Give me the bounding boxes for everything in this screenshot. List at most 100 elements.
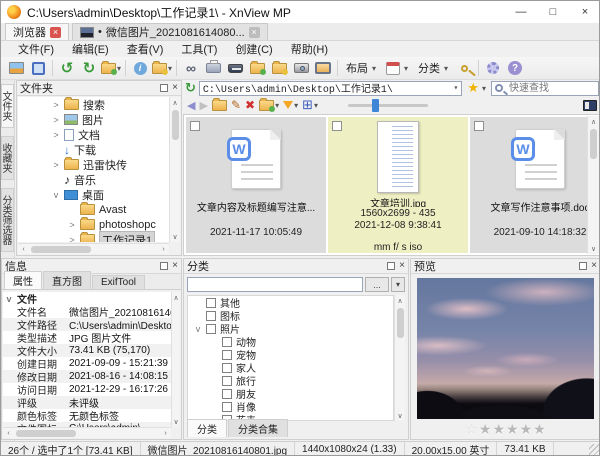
scrollbar-thumb[interactable]	[16, 429, 76, 437]
tab-image[interactable]: • 微信图片_2021081614080... ×	[72, 23, 268, 40]
move-to-button[interactable]	[268, 58, 290, 78]
close-panel-icon[interactable]: ×	[591, 261, 597, 271]
forward-button[interactable]: ▶	[199, 98, 207, 113]
category-item[interactable]: 动物	[188, 335, 393, 349]
category-checkbox[interactable]	[222, 349, 232, 360]
folder-item[interactable]: ↓ 下载	[18, 142, 169, 157]
file-cell[interactable]: W 文章写作注意事项.doc 2021-09-10 14:18:32	[470, 117, 599, 253]
category-filter-input[interactable]	[187, 277, 363, 292]
folder-item[interactable]: > 文档	[18, 127, 169, 142]
file-checkbox[interactable]	[190, 121, 200, 131]
category-checkbox[interactable]	[206, 323, 216, 334]
folder-item[interactable]: > 搜索	[18, 97, 169, 112]
search-files-button[interactable]: ∞	[180, 58, 202, 78]
star-icon[interactable]: ★	[520, 421, 533, 438]
category-checkbox[interactable]	[222, 336, 232, 347]
tab-properties[interactable]: 属性	[4, 271, 42, 289]
minimize-button[interactable]: —	[505, 1, 537, 23]
help-button[interactable]: ?	[504, 58, 526, 78]
category-checkbox[interactable]	[222, 388, 232, 399]
category-item[interactable]: v 照片	[188, 322, 393, 336]
acquire-button[interactable]	[224, 58, 246, 78]
star-icon[interactable]: ☆	[465, 421, 478, 438]
side-tab-category-filter[interactable]: 分类筛选器	[1, 188, 14, 252]
fullscreen-button[interactable]	[27, 58, 49, 78]
settings-button[interactable]	[482, 58, 504, 78]
menu-tools[interactable]: 工具(T)	[172, 41, 226, 57]
menu-file[interactable]: 文件(F)	[9, 41, 63, 57]
thumbnail-size-slider[interactable]	[348, 98, 429, 112]
resize-grip[interactable]	[589, 443, 599, 455]
float-panel-icon[interactable]	[387, 262, 396, 270]
category-item[interactable]: 家人	[188, 361, 393, 375]
edit-button[interactable]: ✎	[231, 98, 241, 113]
close-panel-icon[interactable]: ×	[172, 83, 178, 93]
filter-dropdown[interactable]: ▾	[283, 98, 298, 113]
combo-arrow-icon[interactable]: ▾	[454, 83, 459, 93]
category-dropdown[interactable]: 分类 ▾	[413, 58, 453, 78]
star-icon[interactable]: ★	[479, 421, 492, 438]
layout-dropdown[interactable]: 布局 ▾	[341, 58, 381, 78]
scrollbar-thumb[interactable]	[171, 110, 179, 140]
folder-item[interactable]: Avast	[18, 202, 169, 217]
menu-edit[interactable]: 编辑(E)	[63, 41, 118, 57]
quick-search-box[interactable]	[491, 80, 599, 96]
copy-to-button[interactable]	[246, 58, 268, 78]
float-panel-icon[interactable]	[579, 262, 588, 270]
rating-stars[interactable]: ☆ ★ ★ ★ ★ ★	[411, 421, 599, 438]
new-folder-button[interactable]	[211, 97, 227, 113]
label-dropdown[interactable]: ▾	[259, 97, 279, 113]
scrollbar-thumb[interactable]	[31, 245, 91, 253]
category-checkbox[interactable]	[206, 310, 216, 321]
file-info-button[interactable]: i	[129, 58, 151, 78]
refresh-icon[interactable]: ↻	[185, 80, 196, 96]
path-combobox[interactable]: C:\Users\admin\Desktop\工作记录1\ ▾	[198, 80, 463, 96]
folder-tree-hscrollbar[interactable]: ‹ ›	[18, 243, 169, 254]
folder-item[interactable]: ♪ 音乐	[18, 172, 169, 187]
tab-close-icon[interactable]: ×	[50, 26, 61, 38]
camera-import-button[interactable]	[290, 58, 312, 78]
close-panel-icon[interactable]: ×	[172, 261, 178, 271]
favorites-dropdown[interactable]: ★ ▾	[465, 80, 488, 96]
scrollbar-thumb[interactable]	[590, 129, 597, 159]
folder-item[interactable]: > 图片	[18, 112, 169, 127]
info-hscrollbar[interactable]: ‹ ›	[3, 427, 171, 438]
category-item[interactable]: 图标	[188, 309, 393, 323]
search-input[interactable]	[507, 81, 595, 95]
tab-browser[interactable]: 浏览器 ×	[5, 23, 69, 40]
category-dropdown-icon[interactable]: ▾	[391, 277, 405, 292]
rotate-left-button[interactable]: ↺	[56, 58, 78, 78]
category-checkbox[interactable]	[222, 375, 232, 386]
star-icon[interactable]: ★	[492, 421, 505, 438]
calendar-dropdown[interactable]: ▾	[381, 58, 413, 78]
float-panel-icon[interactable]	[160, 262, 169, 270]
scrollbar-thumb[interactable]	[396, 308, 404, 338]
view-mode-dropdown[interactable]: ⊞ ▾	[302, 97, 318, 113]
category-item[interactable]: 其他	[188, 296, 393, 310]
star-icon[interactable]: ★	[533, 421, 546, 438]
side-tab-folders[interactable]: 文件夹	[1, 84, 14, 128]
keywords-button[interactable]	[453, 58, 475, 78]
tab-categories[interactable]: 分类	[187, 419, 227, 437]
folder-item-selected[interactable]: > 工作记录1	[18, 230, 169, 242]
browse-categories-button[interactable]: ...	[365, 277, 389, 292]
slider-thumb[interactable]	[372, 98, 380, 112]
category-item[interactable]: 肖像	[188, 400, 393, 414]
tab-histogram[interactable]: 直方图	[43, 271, 91, 289]
tab-exiftool[interactable]: ExifTool	[92, 275, 146, 289]
thumbnail-vscrollbar[interactable]: ∧ ∨	[587, 116, 599, 254]
file-cell-selected[interactable]: 文章培训.jpg 1560x2699 - 435 2021-12-08 9:38…	[328, 117, 468, 253]
back-button[interactable]: ◀	[187, 98, 195, 113]
tab-category-sets[interactable]: 分类合集	[228, 419, 288, 437]
menu-view[interactable]: 查看(V)	[118, 41, 173, 57]
info-vscrollbar[interactable]: ∧ ∨	[171, 292, 180, 427]
file-checkbox[interactable]	[332, 121, 342, 131]
pane-toggle-icon[interactable]	[583, 99, 597, 111]
category-checkbox[interactable]	[222, 362, 232, 373]
menu-create[interactable]: 创建(C)	[226, 41, 281, 57]
print-button[interactable]	[202, 58, 224, 78]
tab-close-icon[interactable]: ×	[248, 26, 260, 38]
float-panel-icon[interactable]	[160, 84, 169, 92]
open-with-dropdown[interactable]: ▾	[151, 58, 173, 78]
category-vscrollbar[interactable]: ∧ ∨	[394, 295, 405, 421]
